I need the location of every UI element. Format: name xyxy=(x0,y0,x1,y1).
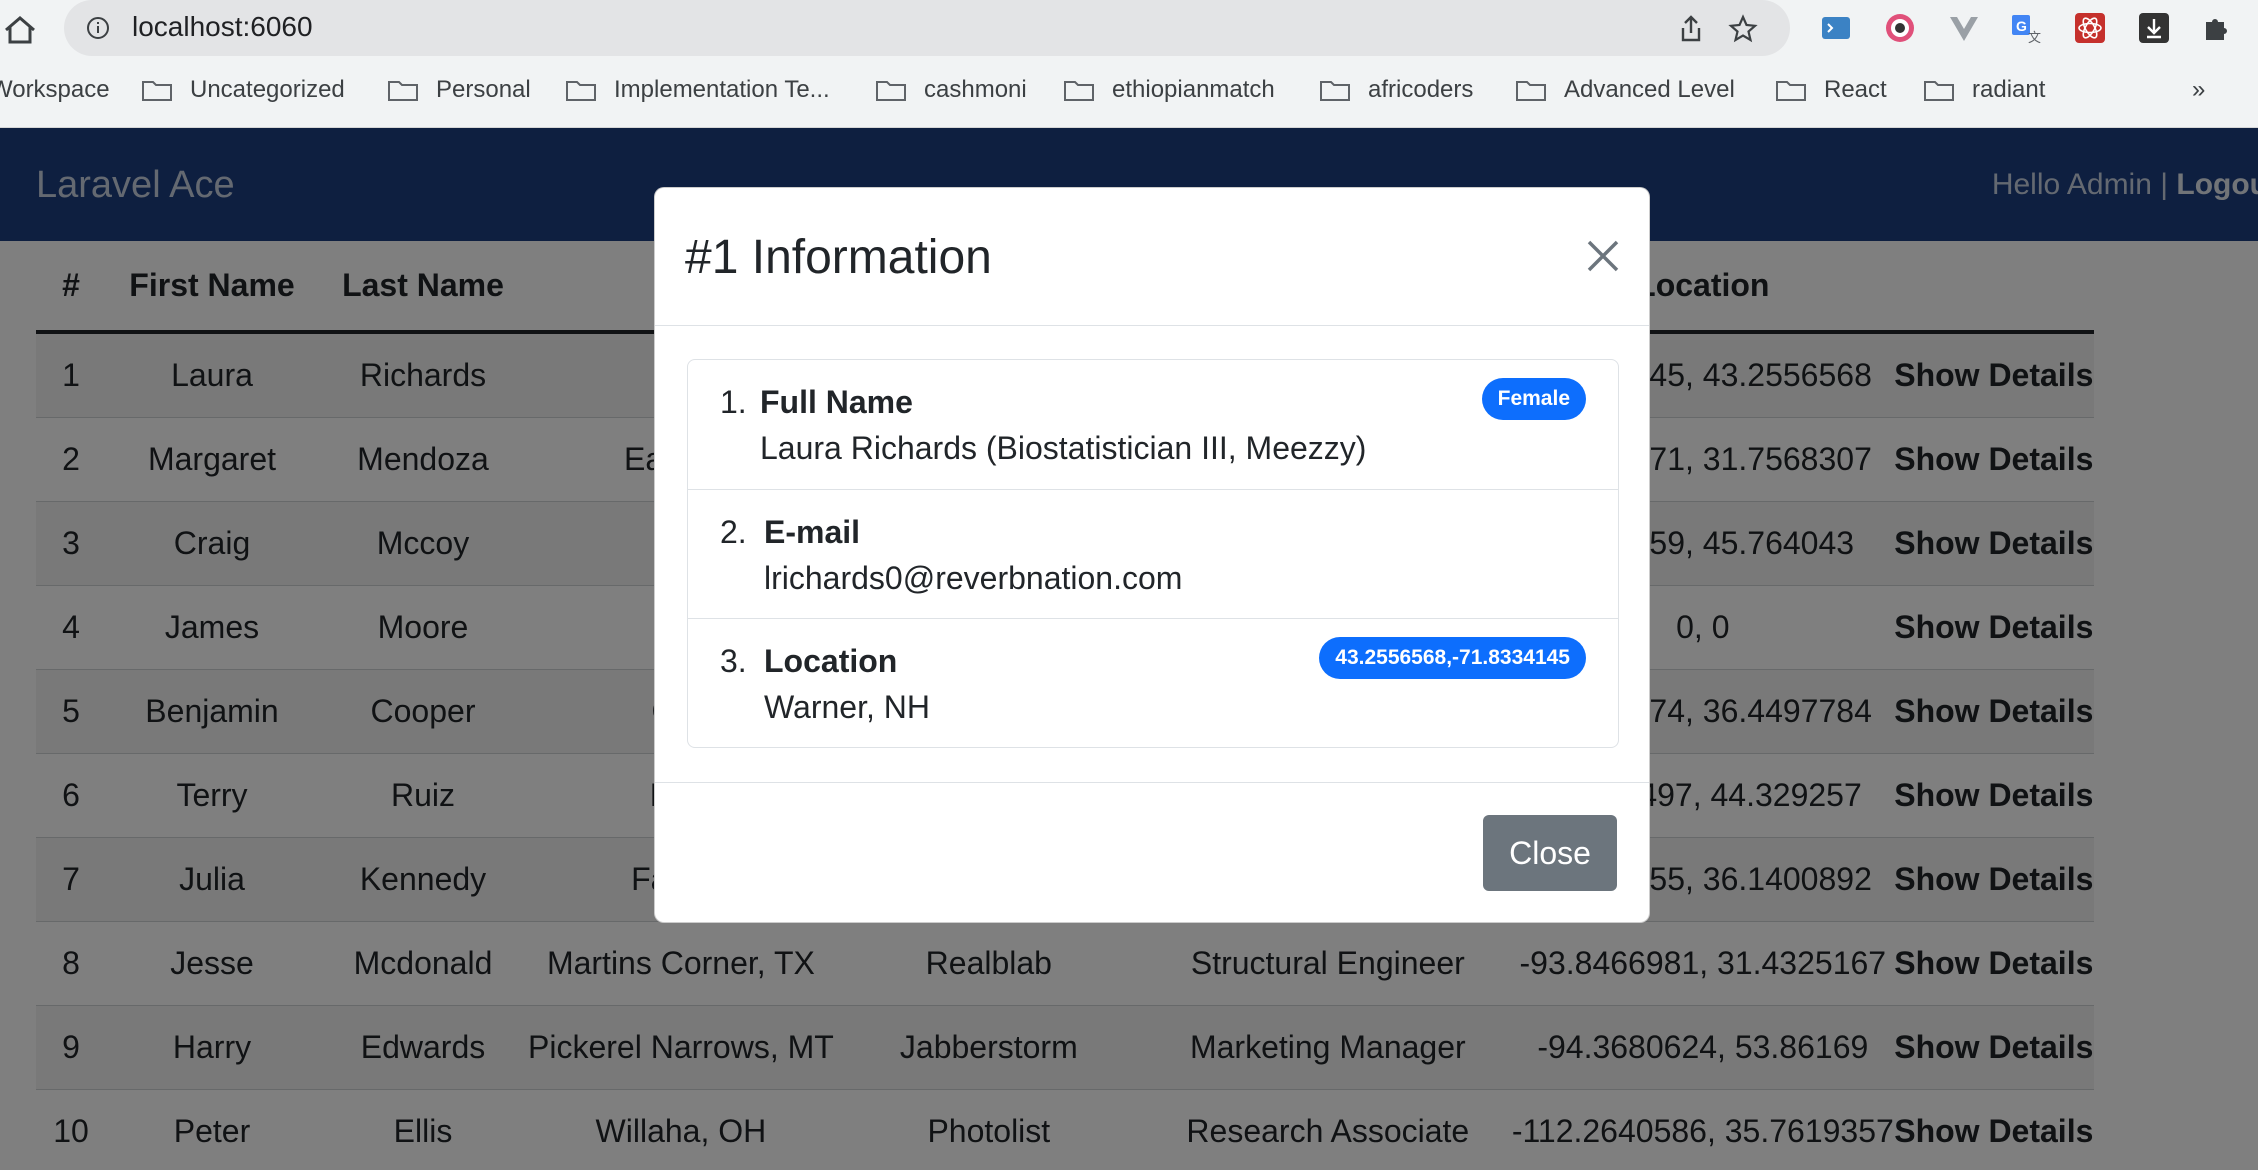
extensions-puzzle-icon[interactable] xyxy=(2200,12,2232,44)
folder-icon xyxy=(1320,79,1350,101)
modal-footer: Close xyxy=(655,782,1649,924)
list-item-title: Location xyxy=(764,643,897,680)
bookmark-item[interactable]: Uncategorized xyxy=(142,74,345,106)
folder-icon xyxy=(876,79,906,101)
folder-icon xyxy=(1064,79,1094,101)
bookmark-item[interactable]: Advanced Level xyxy=(1516,74,1735,106)
home-icon[interactable] xyxy=(0,10,40,50)
gender-badge: Female xyxy=(1482,378,1586,420)
address-bar[interactable]: localhost:6060 xyxy=(64,0,1790,56)
list-item-number: 1. xyxy=(720,384,747,421)
modal-title: #1 Information xyxy=(685,230,992,285)
folder-icon xyxy=(566,79,596,101)
download-extension-icon[interactable] xyxy=(2138,12,2170,44)
list-item-value: Warner, NH xyxy=(764,689,930,726)
bookmark-item[interactable]: Implementation Te... xyxy=(566,74,830,106)
close-button[interactable]: Close xyxy=(1483,815,1617,891)
bookmark-item[interactable]: radiant xyxy=(1924,74,2045,106)
folder-icon xyxy=(1516,79,1546,101)
vue-devtools-icon[interactable] xyxy=(1948,12,1980,44)
list-item-title: E-mail xyxy=(764,514,860,551)
folder-icon xyxy=(388,79,418,101)
bookmark-item[interactable]: cashmoni xyxy=(876,74,1027,106)
list-item-full-name: 1. Full Name Laura Richards (Biostatisti… xyxy=(688,360,1618,489)
coordinates-badge: 43.2556568,-71.8334145 xyxy=(1319,637,1586,679)
list-item-number: 3. xyxy=(720,643,747,680)
svg-text:文: 文 xyxy=(2028,30,2041,44)
list-item-value: Laura Richards (Biostatistician III, Mee… xyxy=(760,430,1366,467)
bookmark-star-icon[interactable] xyxy=(1728,14,1758,44)
modal-header: #1 Information xyxy=(655,188,1649,326)
bookmark-item[interactable]: Workspace xyxy=(0,74,110,106)
url-text[interactable]: localhost:6060 xyxy=(132,11,313,43)
folder-icon xyxy=(1776,79,1806,101)
folder-icon xyxy=(1924,79,1954,101)
bookmark-item[interactable]: ethiopianmatch xyxy=(1064,74,1275,106)
folder-icon xyxy=(142,79,172,101)
share-icon[interactable] xyxy=(1676,14,1706,44)
bookmarks-bar: Workspace Uncategorized Personal Impleme… xyxy=(0,62,2258,118)
list-item-value: lrichards0@reverbnation.com xyxy=(764,560,1182,597)
bookmarks-overflow-button[interactable]: » xyxy=(2192,74,2205,106)
svg-text:G: G xyxy=(2016,18,2027,34)
browser-chrome: localhost:6060 G 文 Workspace xyxy=(0,0,2258,128)
list-item-title: Full Name xyxy=(760,384,913,421)
terminal-extension-icon[interactable] xyxy=(1820,12,1852,44)
list-item-email: 2. E-mail lrichards0@reverbnation.com xyxy=(688,489,1618,618)
info-list: 1. Full Name Laura Richards (Biostatisti… xyxy=(687,359,1619,748)
close-icon[interactable] xyxy=(1583,236,1623,276)
site-info-icon[interactable] xyxy=(86,16,110,40)
info-modal: #1 Information 1. Full Name Laura Richar… xyxy=(654,187,1650,923)
bookmark-item[interactable]: africoders xyxy=(1320,74,1473,106)
react-devtools-icon[interactable] xyxy=(2074,12,2106,44)
translate-extension-icon[interactable]: G 文 xyxy=(2010,12,2042,44)
list-item-location: 3. Location Warner, NH 43.2556568,-71.83… xyxy=(688,618,1618,747)
color-picker-extension-icon[interactable] xyxy=(1884,12,1916,44)
list-item-number: 2. xyxy=(720,514,747,551)
bookmark-item[interactable]: Personal xyxy=(388,74,531,106)
bookmark-item[interactable]: React xyxy=(1776,74,1887,106)
